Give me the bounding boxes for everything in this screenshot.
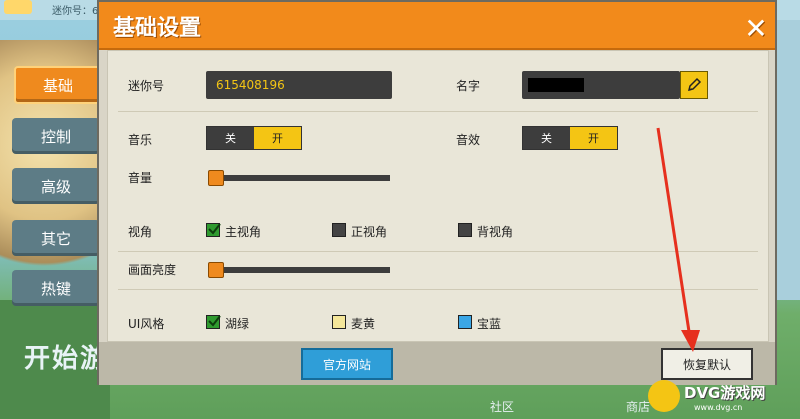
divider <box>118 289 758 290</box>
view-first-person-label: 主视角 <box>225 225 262 239</box>
brightness-slider-handle[interactable] <box>208 262 224 278</box>
view-back-label: 背视角 <box>477 225 514 239</box>
settings-dialog: 基础设置 ✕ 迷你号 615408196 名字 音乐 关 开 音效 关 开 音量 <box>97 0 777 385</box>
volume-slider[interactable] <box>208 175 390 181</box>
view-back-checkbox[interactable] <box>458 223 472 237</box>
divider <box>118 251 758 252</box>
divider <box>118 111 758 112</box>
sfx-on-option[interactable]: 开 <box>570 127 617 149</box>
ui-style-wheat-checkbox[interactable] <box>332 315 346 329</box>
volume-label: 音量 <box>128 171 153 185</box>
music-on-option[interactable]: 开 <box>254 127 301 149</box>
view-front-label: 正视角 <box>351 225 388 239</box>
brightness-slider[interactable] <box>208 267 390 273</box>
view-first-person-checkbox[interactable] <box>206 223 221 237</box>
ui-style-wheat-label: 麦黄 <box>351 317 376 331</box>
mini-id-field: 615408196 <box>206 71 392 99</box>
sfx-label: 音效 <box>456 133 481 147</box>
volume-slider-handle[interactable] <box>208 170 224 186</box>
view-label: 视角 <box>128 225 153 239</box>
ui-style-blue-checkbox[interactable] <box>458 315 472 329</box>
settings-panel: 迷你号 615408196 名字 音乐 关 开 音效 关 开 音量 视角 主视角… <box>107 50 769 342</box>
dialog-title: 基础设置 <box>113 16 202 41</box>
brightness-label: 画面亮度 <box>128 263 177 277</box>
close-icon[interactable]: ✕ <box>743 15 769 43</box>
tab-hotkeys[interactable]: 热键 <box>12 270 100 306</box>
check-icon <box>208 223 221 235</box>
watermark: DVG游戏网 www.dvg.cn <box>648 376 798 418</box>
pencil-icon <box>687 77 702 92</box>
name-redaction <box>528 78 584 92</box>
edit-name-button[interactable] <box>680 71 708 99</box>
tab-advanced[interactable]: 高级 <box>12 168 100 204</box>
tab-basic[interactable]: 基础 <box>14 66 102 104</box>
ui-style-blue-label: 宝蓝 <box>477 317 502 331</box>
mini-id-label: 迷你号 <box>128 79 165 93</box>
sfx-toggle[interactable]: 关 开 <box>522 126 618 150</box>
ui-style-green-label: 湖绿 <box>225 317 250 331</box>
dialog-titlebar: 基础设置 ✕ <box>99 2 775 50</box>
view-front-checkbox[interactable] <box>332 223 346 237</box>
watermark-brand: DVG游戏网 <box>684 384 766 402</box>
tab-other[interactable]: 其它 <box>12 220 100 256</box>
ui-style-label: UI风格 <box>128 317 165 331</box>
name-label: 名字 <box>456 79 481 93</box>
watermark-logo-icon <box>648 380 680 412</box>
tab-control[interactable]: 控制 <box>12 118 100 154</box>
official-website-button[interactable]: 官方网站 <box>301 348 393 380</box>
check-icon <box>208 315 221 327</box>
music-off-option[interactable]: 关 <box>207 127 254 149</box>
music-label: 音乐 <box>128 133 153 147</box>
ui-style-green-checkbox[interactable] <box>206 315 221 329</box>
avatar <box>4 0 32 14</box>
start-game-text: 开始游 <box>24 344 109 374</box>
music-toggle[interactable]: 关 开 <box>206 126 302 150</box>
bottom-nav-community[interactable]: 社区 <box>490 398 514 415</box>
watermark-url: www.dvg.cn <box>694 403 743 412</box>
sfx-off-option[interactable]: 关 <box>523 127 570 149</box>
bottom-nav-shop[interactable]: 商店 <box>626 398 650 415</box>
